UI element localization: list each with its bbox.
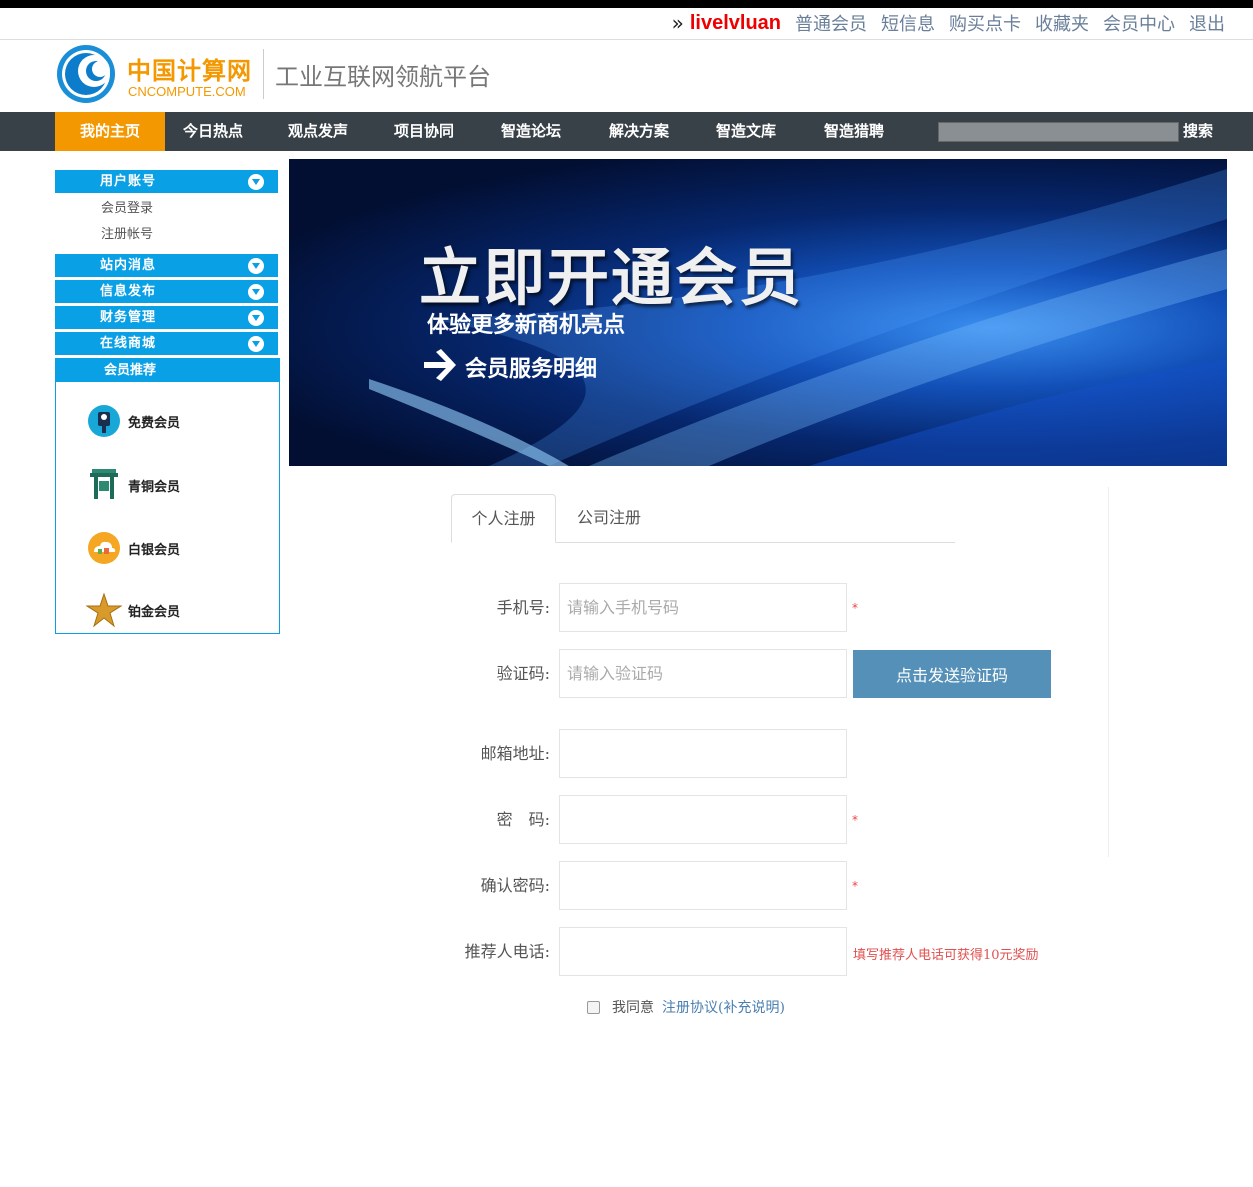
referrer-hint: 填写推荐人电话可获得10元奖励 [853,948,1039,963]
top-bar: » livelvluan 普通会员 短信息 购买点卡 收藏夹 会员中心 退出 [0,8,1253,40]
top-strip [0,0,1253,8]
brand-name-cn[interactable]: 中国计算网 [127,51,252,86]
member-bronze[interactable]: 青铜会员 [86,467,180,503]
top-link-favorites[interactable]: 收藏夹 [1035,10,1089,36]
nav-item-home[interactable]: 我的主页 [55,112,165,151]
confirm-password-label: 确认密码: [480,876,550,895]
email-input[interactable] [559,729,847,778]
sidebar-section-messages[interactable]: 站内消息 [55,254,278,277]
top-link-messages[interactable]: 短信息 [881,10,935,36]
nav-item-opinion[interactable]: 观点发声 [273,112,363,151]
free-member-icon [88,405,120,437]
nav-item-forum[interactable]: 智造论坛 [486,112,576,151]
top-link-member-level[interactable]: 普通会员 [795,10,867,36]
content-divider [1108,487,1109,857]
agree-row: 我同意 注册协议(补充说明) [587,997,785,1017]
code-label: 验证码: [496,664,550,683]
tab-personal-register[interactable]: 个人注册 [451,494,556,543]
sidebar-section-label: 财务管理 [100,310,157,325]
membership-banner[interactable]: 立即开通会员 体验更多新商机亮点 会员服务明细 [289,159,1227,466]
required-mark: * [852,879,858,893]
star-icon [86,592,122,628]
nav-item-project[interactable]: 项目协同 [379,112,469,151]
sidebar: 用户账号 会员登录 注册帐号 站内消息 信息发布 财务管理 在线商城 会员推荐 … [55,170,280,634]
phone-input[interactable] [559,583,847,632]
sidebar-section-label: 用户账号 [100,174,157,189]
raquo-icon: » [671,11,684,35]
tab-company-register[interactable]: 公司注册 [577,494,641,543]
main-nav: 我的主页 今日热点 观点发声 项目协同 智造论坛 解决方案 智造文库 智造猎聘 … [0,112,1253,151]
brand-logo-icon[interactable] [56,44,116,104]
agree-checkbox[interactable] [587,1000,600,1014]
send-code-button[interactable]: 点击发送验证码 [853,650,1051,698]
site-header: 中国计算网 CNCOMPUTE.COM 工业互联网领航平台 [0,41,1253,112]
member-bronze-label: 青铜会员 [128,479,181,495]
top-links: » livelvluan 普通会员 短信息 购买点卡 收藏夹 会员中心 退出 [672,10,1225,36]
banner-headline: 立即开通会员 [419,241,804,314]
member-recommend-title: 会员推荐 [56,359,279,382]
brand-name-en[interactable]: CNCOMPUTE.COM [128,84,246,99]
top-link-logout[interactable]: 退出 [1189,10,1225,36]
sidebar-section-label: 在线商城 [100,336,157,351]
banner-subtitle: 体验更多新商机亮点 [427,313,626,338]
banner-service-link[interactable]: 会员服务明细 [465,351,597,383]
sidebar-item-register[interactable]: 注册帐号 [55,222,280,248]
bronze-member-icon [90,469,118,499]
sidebar-section-label: 站内消息 [100,258,157,273]
sidebar-section-publish[interactable]: 信息发布 [55,280,278,303]
register-tabs: 个人注册 公司注册 [451,494,955,543]
password-label: 密 码: [496,810,550,829]
sidebar-section-finance[interactable]: 财务管理 [55,306,278,329]
email-label: 邮箱地址: [480,744,550,763]
member-silver-label: 白银会员 [128,542,181,558]
nav-item-solutions[interactable]: 解决方案 [594,112,684,151]
chevron-down-icon [248,258,264,274]
nav-item-recruit[interactable]: 智造猎聘 [809,112,899,151]
referrer-phone-input[interactable] [559,927,847,976]
arrow-right-icon [424,349,456,381]
nav-item-library[interactable]: 智造文库 [701,112,791,151]
silver-member-icon [88,532,120,564]
search-input[interactable] [938,122,1179,142]
agreement-link[interactable]: 注册协议(补充说明) [662,997,785,1017]
search-button[interactable]: 搜索 [1183,112,1213,151]
nav-item-hot[interactable]: 今日热点 [168,112,258,151]
sidebar-item-login[interactable]: 会员登录 [55,196,280,222]
member-free-label: 免费会员 [128,415,181,431]
sidebar-section-account[interactable]: 用户账号 [55,170,278,193]
chevron-down-icon [248,284,264,300]
member-silver[interactable]: 白银会员 [86,530,180,566]
chevron-down-icon [248,174,264,190]
member-platinum-label: 铂金会员 [128,604,181,620]
password-input[interactable] [559,795,847,844]
sidebar-section-mall[interactable]: 在线商城 [55,332,278,355]
required-mark: * [852,813,858,827]
referrer-label: 推荐人电话: [464,942,550,961]
confirm-password-input[interactable] [559,861,847,910]
sidebar-section-label: 信息发布 [100,284,157,299]
phone-label: 手机号: [496,598,550,617]
header-divider [263,49,264,99]
site-slogan: 工业互联网领航平台 [275,63,491,91]
chevron-down-icon [248,336,264,352]
top-link-buy-card[interactable]: 购买点卡 [949,10,1021,36]
top-link-member-center[interactable]: 会员中心 [1103,10,1175,36]
code-input[interactable] [559,649,847,698]
agree-text: 我同意 [612,1000,654,1016]
member-recommend-panel: 会员推荐 免费会员 青铜会员 白银会员 铂金会员 [55,358,280,634]
member-platinum[interactable]: 铂金会员 [86,592,180,628]
member-free[interactable]: 免费会员 [86,403,180,439]
chevron-down-icon [248,310,264,326]
username-link[interactable]: livelvluan [690,12,781,35]
required-mark: * [852,601,858,615]
